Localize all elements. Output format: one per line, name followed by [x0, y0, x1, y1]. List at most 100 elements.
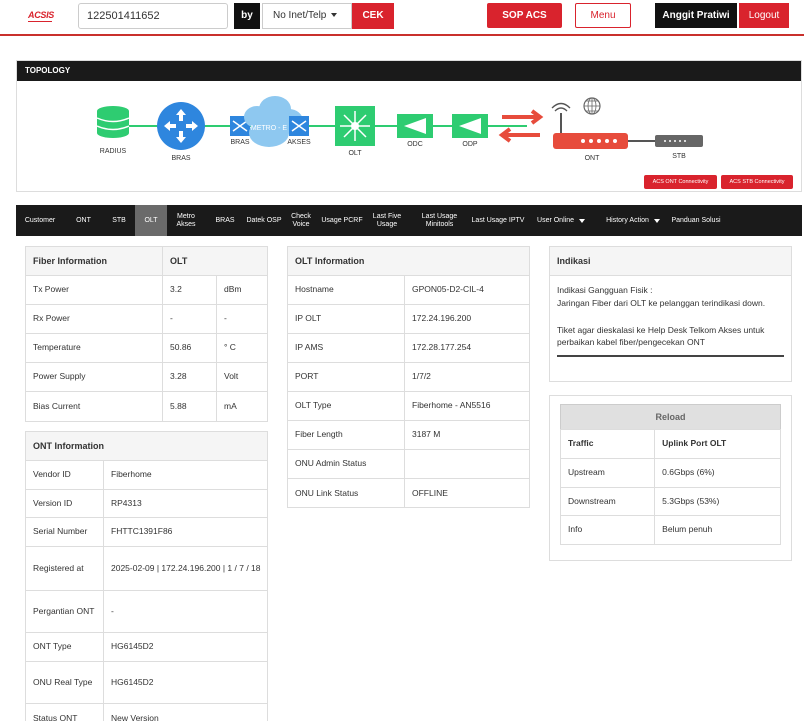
row-value: HG6145D2	[111, 641, 154, 652]
acs-ont-connectivity-button[interactable]: ACS ONT Connectivity	[644, 175, 717, 189]
olt-info-panel: OLT Information Hostname GPON05-D2-CIL-4…	[287, 246, 530, 508]
nav-ont[interactable]: ONT	[64, 205, 103, 236]
row-value: 172.28.177.254	[412, 342, 472, 353]
nav-bras[interactable]: BRAS	[205, 205, 245, 236]
fiber-olt-column: OLT	[170, 255, 188, 266]
row-value: Belum penuh	[662, 524, 713, 535]
row-value: 5.3Gbps (53%)	[662, 495, 720, 506]
nav-datek-osp[interactable]: Datek OSP	[245, 205, 283, 236]
table-row: Serial Number FHTTC1391F86	[26, 518, 267, 547]
nav-customer[interactable]: Customer	[16, 205, 64, 236]
row-unit: mA	[224, 400, 237, 411]
chevron-down-icon	[578, 218, 585, 223]
ont-info-title: ONT Information	[26, 432, 267, 461]
nav-history-action[interactable]: History Action	[596, 205, 670, 236]
table-row: IP AMS 172.28.177.254	[288, 334, 529, 363]
table-row: Bias Current 5.88 mA	[26, 392, 267, 421]
topology-panel: TOPOLOGY METRO - E RADIUS BRAS BRAS AKSE…	[16, 60, 802, 192]
row-unit: Volt	[224, 371, 239, 382]
odp-icon[interactable]	[452, 114, 488, 138]
row-value: 3.2	[163, 276, 217, 304]
akses-switch-icon[interactable]	[289, 116, 309, 136]
nav-history-action-label: History Action	[606, 216, 649, 224]
table-row: ONU Link Status OFFLINE	[288, 479, 529, 508]
row-label: ONU Admin Status	[288, 450, 405, 478]
table-row: Fiber Length 3187 M	[288, 421, 529, 450]
nav-last-usage-iptv[interactable]: Last Usage IPTV	[470, 205, 526, 236]
odc-label: ODC	[407, 141, 423, 148]
row-value: Fiberhome	[111, 469, 152, 480]
acs-stb-connectivity-button[interactable]: ACS STB Connectivity	[721, 175, 793, 189]
reload-button[interactable]: Reload	[560, 404, 781, 429]
fiber-info-panel: Fiber Information OLT Tx Power 3.2 dBm R…	[25, 246, 268, 422]
bras-label: BRAS	[171, 155, 191, 162]
divider	[557, 355, 784, 357]
row-value: OFFLINE	[412, 487, 448, 498]
nav-last-five-usage[interactable]: Last Five Usage	[365, 205, 409, 236]
row-value: New Version	[111, 712, 159, 721]
chevron-down-icon	[331, 13, 338, 18]
nav-last-usage-minitools[interactable]: Last Usage Minitools	[409, 205, 470, 236]
nav-panduan-solusi[interactable]: Panduan Solusi	[670, 205, 722, 236]
table-row: ONU Admin Status	[288, 450, 529, 479]
row-label: Temperature	[26, 334, 163, 362]
cek-button[interactable]: CEK	[352, 3, 394, 29]
menu-button[interactable]: Menu	[575, 3, 631, 28]
odc-icon[interactable]	[397, 114, 433, 138]
sop-acs-button[interactable]: SOP ACS	[487, 3, 562, 28]
row-label: Hostname	[288, 276, 405, 304]
row-value: FHTTC1391F86	[111, 526, 173, 537]
row-label: Vendor ID	[26, 461, 104, 489]
nav-usage-pcrf[interactable]: Usage PCRF	[319, 205, 365, 236]
row-label: Registered at	[26, 547, 104, 590]
ont-router-icon[interactable]	[551, 97, 628, 149]
odp-label: ODP	[462, 141, 478, 148]
nav-user-online[interactable]: User Online	[526, 205, 596, 236]
row-label: IP AMS	[288, 334, 405, 362]
app-logo[interactable]: ACSIS	[28, 10, 54, 20]
row-value: 172.24.196.200	[412, 313, 472, 324]
table-row: Temperature 50.86 ° C	[26, 334, 267, 363]
nav-stb[interactable]: STB	[103, 205, 135, 236]
bras-router-icon[interactable]	[157, 102, 205, 150]
row-value: HG6145D2	[111, 676, 154, 687]
row-label: Rx Power	[26, 305, 163, 333]
table-row: Rx Power - -	[26, 305, 267, 334]
row-label: OLT Type	[288, 392, 405, 420]
table-row: OLT Type Fiberhome - AN5516	[288, 392, 529, 421]
table-row: ONT Type HG6145D2	[26, 633, 267, 662]
search-input[interactable]	[78, 3, 228, 29]
indikasi-panel: Indikasi Indikasi Gangguan Fisik : Jarin…	[549, 246, 792, 382]
row-label: Tx Power	[26, 276, 163, 304]
row-label: Serial Number	[26, 518, 104, 546]
table-row: Vendor ID Fiberhome	[26, 461, 267, 490]
row-label: Status ONT	[26, 704, 104, 721]
stb-icon[interactable]	[655, 135, 703, 147]
row-value: 1/7/2	[412, 371, 431, 382]
traffic-col-header: Traffic	[561, 430, 656, 458]
nav-metro-akses[interactable]: Metro Akses	[167, 205, 205, 236]
table-row: Tx Power 3.2 dBm	[26, 276, 267, 305]
row-value: -	[111, 605, 114, 616]
table-row: ONU Real Type HG6145D2	[26, 662, 267, 704]
table-header-row: Traffic Uplink Port OLT	[561, 430, 780, 459]
uplink-col-header: Uplink Port OLT	[662, 438, 727, 449]
by-label: by	[234, 3, 260, 29]
traffic-table: Traffic Uplink Port OLT Upstream 0.6Gbps…	[560, 429, 781, 545]
main-nav: Customer ONT STB OLT Metro Akses BRAS Da…	[16, 205, 802, 236]
logout-button[interactable]: Logout	[739, 3, 789, 28]
nav-olt[interactable]: OLT	[135, 205, 167, 236]
row-value	[405, 450, 529, 478]
search-type-value: No Inet/Telp	[273, 10, 327, 21]
search-type-select[interactable]: No Inet/Telp	[262, 3, 352, 29]
nav-user-online-label: User Online	[537, 216, 574, 224]
row-label: ONT Type	[26, 633, 104, 661]
olt-icon[interactable]	[335, 106, 375, 146]
user-name: Anggit Pratiwi	[655, 3, 737, 28]
nav-check-voice[interactable]: Check Voice	[283, 205, 319, 236]
traffic-panel: Reload Traffic Uplink Port OLT Upstream …	[549, 395, 792, 561]
metro-label: METRO - E	[251, 125, 287, 132]
row-unit: dBm	[224, 284, 242, 295]
table-row: IP OLT 172.24.196.200	[288, 305, 529, 334]
radius-icon[interactable]	[96, 106, 130, 138]
